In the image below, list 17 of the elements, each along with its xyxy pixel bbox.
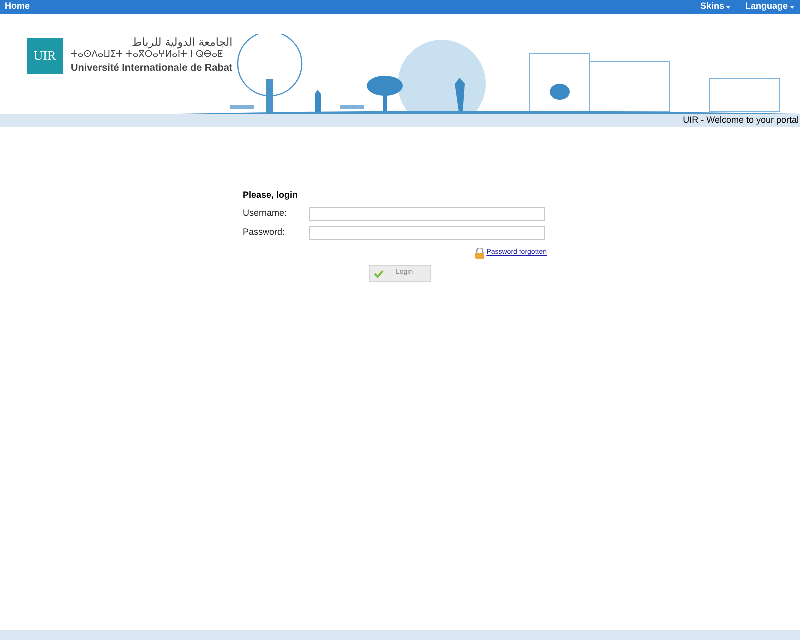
menu-dropdown[interactable]: Language [745, 0, 795, 14]
menu-dropdown[interactable]: Skins [700, 0, 732, 14]
caret-icon [790, 6, 795, 8]
university-name: Université Internationale de Rabat [71, 62, 233, 75]
arabic-name: الجامعة الدولية للرباط [131, 36, 233, 49]
home-link[interactable]: Home [5, 0, 30, 14]
input-field[interactable] [309, 226, 545, 240]
caret-icon [726, 6, 732, 8]
checkmark-icon [374, 270, 384, 278]
login-title: Please, login [243, 189, 300, 202]
tifinagh-name: ⵜⴰⵙⴷⴰⵡⵉⵜ ⵜⴰⴳⵔⴰⵖⵍⴰⵏⵜ ⵏ ⵕⴱⴰⵟ [71, 49, 224, 62]
logo-mark: UIR [27, 38, 63, 74]
welcome-text: UIR - Welcome to your portal [683, 114, 799, 127]
field-label: Password: [243, 226, 286, 240]
input-field[interactable] [309, 207, 545, 221]
field-label: Username: [243, 207, 288, 220]
lock-icon [474, 248, 485, 259]
